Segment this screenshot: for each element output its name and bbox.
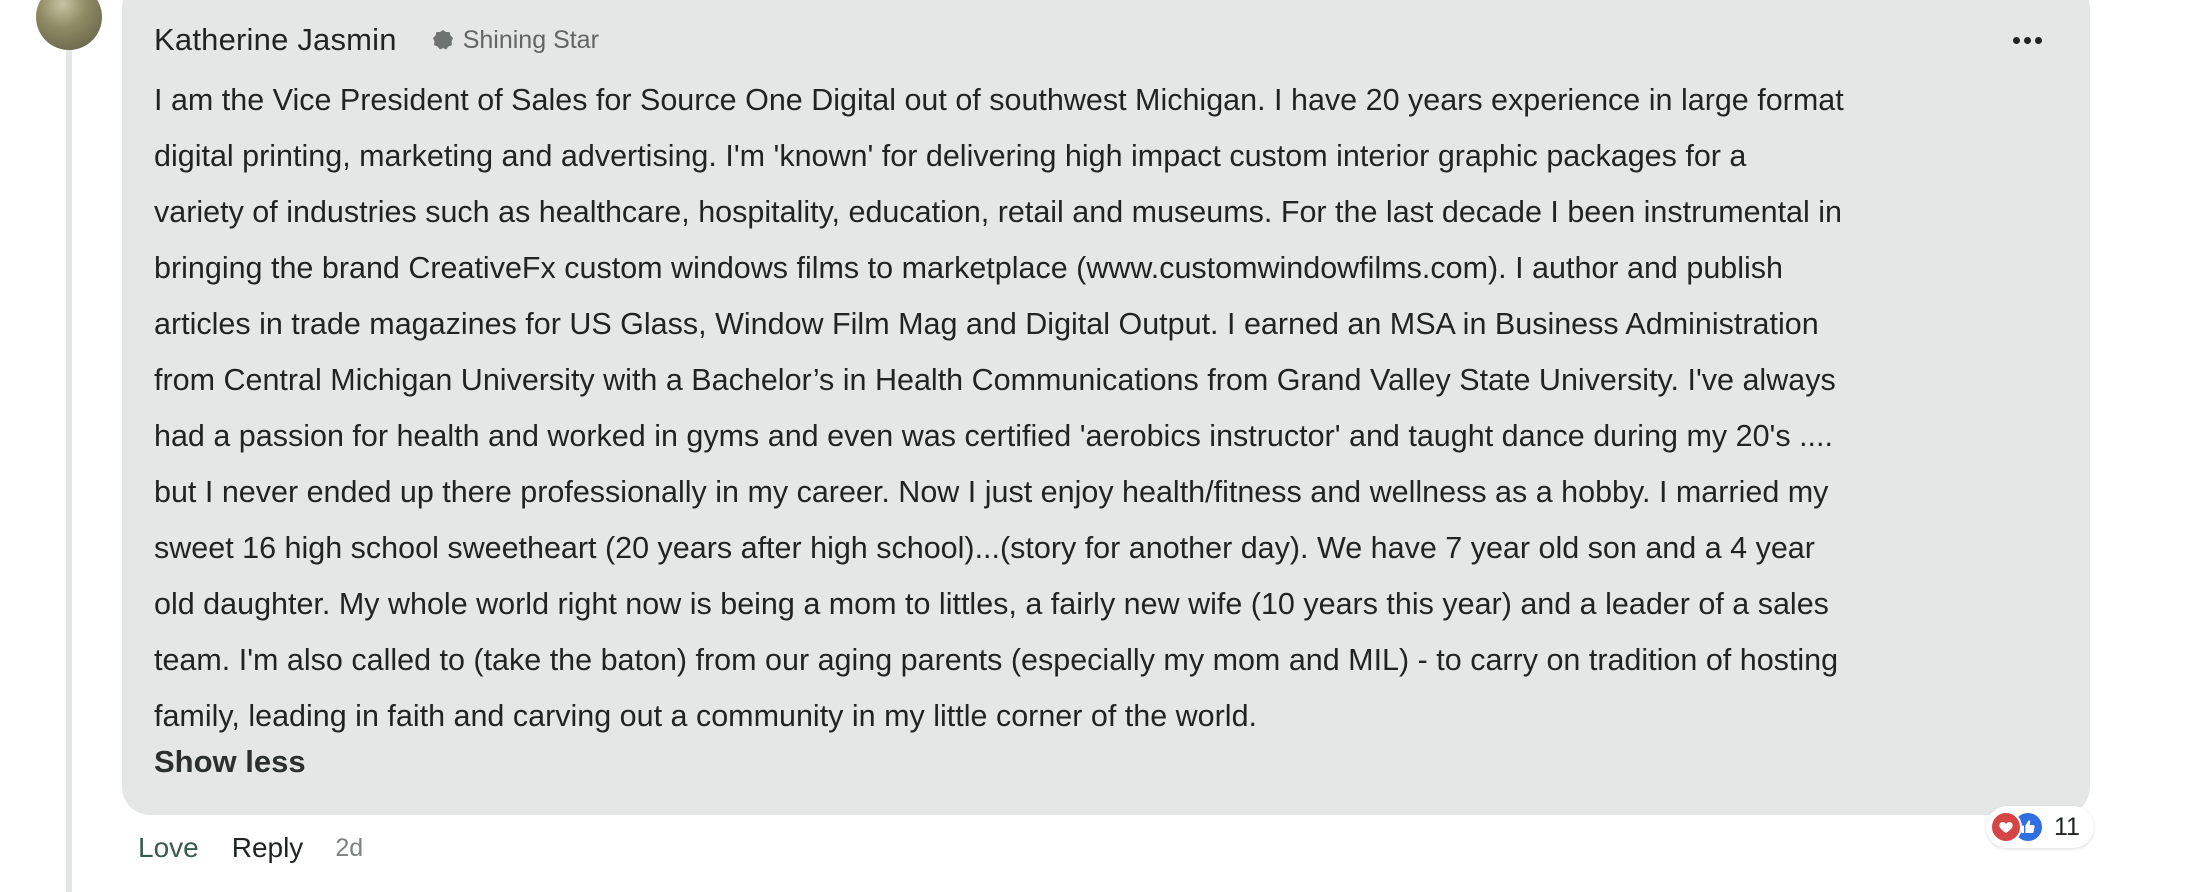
comment-body-line: bringing the brand CreativeFx custom win… <box>154 251 1784 285</box>
badge-label: Shining Star <box>462 25 599 54</box>
heart-icon <box>1990 811 2022 843</box>
more-dot-icon <box>2034 36 2042 44</box>
comment-body-line: family, leading in faith and carving out… <box>154 699 1258 733</box>
comment-body-line: old daughter. My whole world right now i… <box>154 587 1829 621</box>
badge-icon <box>432 30 453 50</box>
more-dot-icon <box>2012 36 2020 44</box>
comment-body-line: sweet 16 high school sweetheart (20 year… <box>154 531 1815 565</box>
comment-body-line: had a passion for health and worked in g… <box>154 419 1833 453</box>
comment-body-line: articles in trade magazines for US Glass… <box>154 307 1819 341</box>
more-options-button[interactable] <box>2005 22 2049 58</box>
comment-body: I am the Vice President of Sales for Sou… <box>154 72 2064 744</box>
more-dot-icon <box>2023 36 2031 44</box>
avatar[interactable] <box>36 0 102 50</box>
love-button[interactable]: Love <box>138 832 199 864</box>
comment-body-line: team. I'm also called to (take the baton… <box>154 643 1839 677</box>
member-badge: Shining Star <box>431 26 599 55</box>
comment-actions: Love Reply 2d <box>138 826 363 870</box>
reactions-summary[interactable]: 11 <box>1986 806 2094 848</box>
author-name[interactable]: Katherine Jasmin <box>154 22 397 58</box>
comment-body-line: digital printing, marketing and advertis… <box>154 139 1747 173</box>
comment-body-line: but I never ended up there professionall… <box>154 475 1829 509</box>
reply-button[interactable]: Reply <box>232 832 304 864</box>
comment-body-line: from Central Michigan University with a … <box>154 363 1836 397</box>
show-less-button[interactable]: Show less <box>154 744 306 780</box>
reaction-count: 11 <box>2054 812 2080 841</box>
comment-timestamp: 2d <box>335 833 364 862</box>
comment-header: Katherine Jasmin Shining Star <box>154 18 599 62</box>
comment-body-line: variety of industries such as healthcare… <box>154 195 1842 229</box>
thread-line <box>66 0 72 892</box>
comment-body-line: I am the Vice President of Sales for Sou… <box>154 83 1844 117</box>
